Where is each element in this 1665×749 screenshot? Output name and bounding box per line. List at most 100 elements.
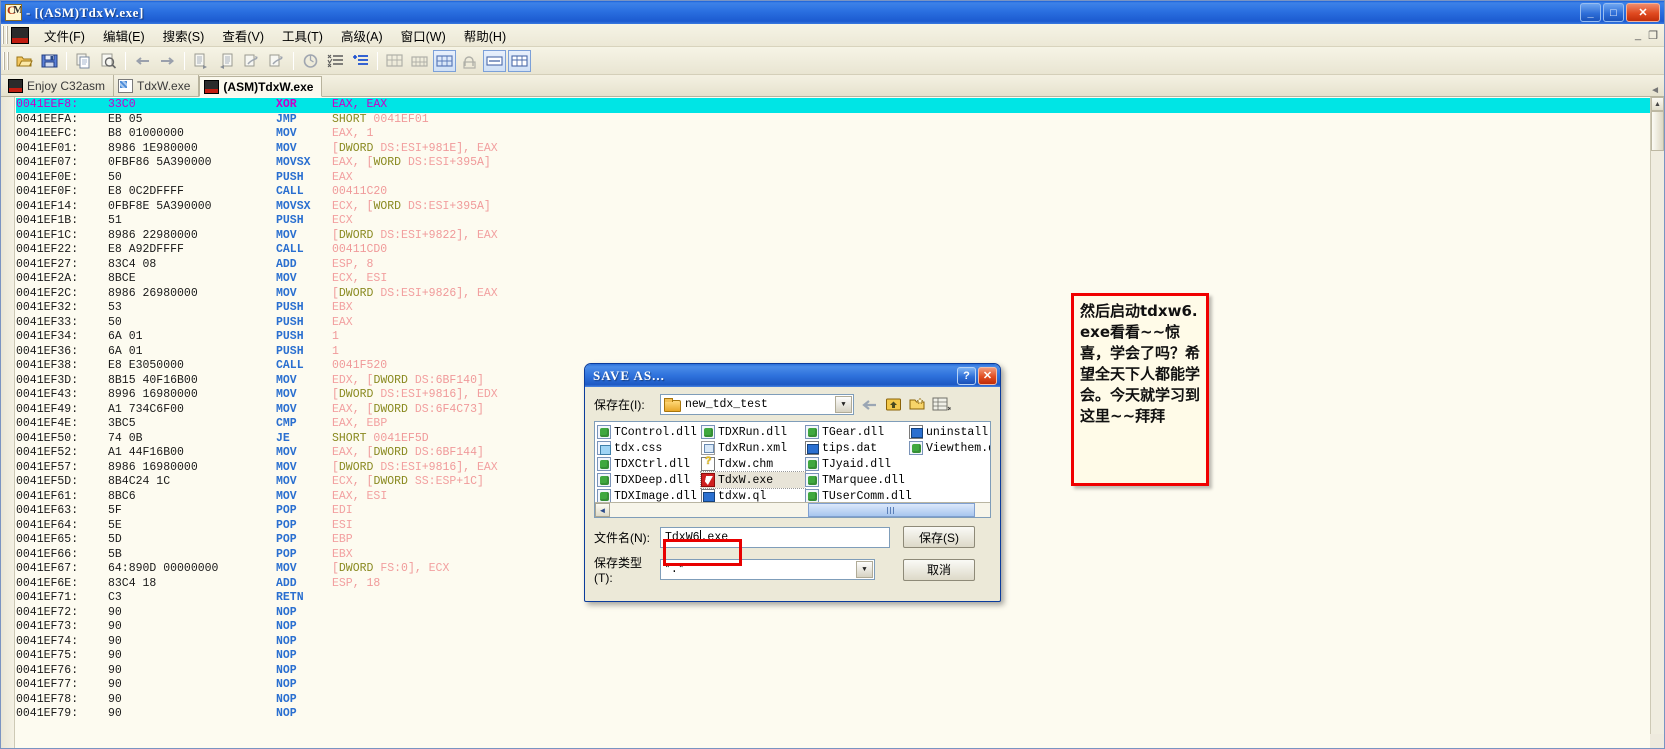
file-list-item[interactable]: tdx.css: [597, 440, 701, 456]
add-mark-icon[interactable]: [349, 50, 372, 72]
code-line[interactable]: 0041EF01: 8986 1E980000 MOV [DWORD DS:ESI+9…: [16, 142, 1650, 157]
menu-item-help[interactable]: 帮助(H): [455, 23, 515, 48]
save-in-combobox[interactable]: new_tdx_test ▼: [660, 394, 854, 415]
crypt-icon[interactable]: [458, 50, 481, 72]
file-list-item[interactable]: Viewthem.d: [909, 440, 990, 456]
file-list-item[interactable]: TJyaid.dll: [805, 456, 909, 472]
code-line[interactable]: 0041EEFC: B8 01000000 MOV EAX, 1: [16, 127, 1650, 142]
tab-asm-tdxw-exe[interactable]: (ASM)TdxW.exe: [199, 76, 323, 97]
menu-item-advanced[interactable]: 高级(A): [332, 23, 392, 48]
code-line[interactable]: 0041EF22: E8 A92DFFFF CALL 00411CD0: [16, 243, 1650, 258]
file-list-item[interactable]: TControl.dll: [597, 424, 701, 440]
code-line[interactable]: 0041EF73: 90 NOP: [16, 620, 1650, 635]
code-line[interactable]: 0041EF0F: E8 0C2DFFFF CALL 00411C20: [16, 185, 1650, 200]
hexedit-icon[interactable]: [408, 50, 431, 72]
code-line[interactable]: 0041EF36: 6A 01 PUSH 1: [16, 345, 1650, 360]
back-arrow-icon[interactable]: [131, 50, 154, 72]
code-line[interactable]: 0041EEF8: 33C0 XOR EAX, EAX: [16, 98, 1650, 113]
new-folder-icon[interactable]: [907, 395, 928, 415]
code-line[interactable]: 0041EF76: 90 NOP: [16, 664, 1650, 679]
scrollbar-track[interactable]: [1651, 151, 1664, 734]
code-line[interactable]: 0041EEFA: EB 05 JMP SHORT 0041EF01: [16, 113, 1650, 128]
menu-item-file[interactable]: 文件(F): [35, 23, 94, 48]
jump-in-icon[interactable]: [240, 50, 263, 72]
file-list-item[interactable]: TGear.dll: [805, 424, 909, 440]
code-line[interactable]: 0041EF74: 90 NOP: [16, 635, 1650, 650]
code-line[interactable]: 0041EF14: 0FBF8E 5A390000 MOVSX ECX, [WORD …: [16, 200, 1650, 215]
list-marks-icon[interactable]: [324, 50, 347, 72]
tab-tdxw-exe[interactable]: TdxW.exe: [114, 75, 200, 96]
scroll-up-button[interactable]: ▲: [1651, 97, 1664, 111]
hexview-icon[interactable]: [383, 50, 406, 72]
code-line[interactable]: 0041EF33: 50 PUSH EAX: [16, 316, 1650, 331]
code-line[interactable]: 0041EF0E: 50 PUSH EAX: [16, 171, 1650, 186]
file-list-horizontal-scrollbar[interactable]: ◄: [595, 502, 990, 517]
close-button[interactable]: ✕: [1626, 3, 1660, 22]
copy-icon[interactable]: [72, 50, 95, 72]
scrollbar-thumb[interactable]: [1651, 111, 1664, 151]
file-list-item[interactable]: TMarquee.dll: [805, 472, 909, 488]
dialog-close-button[interactable]: ✕: [978, 366, 997, 385]
file-list[interactable]: TControl.dll tdx.css TDXCtrl.dll TDXDeep.dl…: [594, 421, 991, 518]
file-list-item[interactable]: TDXCtrl.dll: [597, 456, 701, 472]
tabbar-overflow-arrow[interactable]: ◄: [1650, 85, 1664, 96]
code-line[interactable]: 0041EF79: 90 NOP: [16, 707, 1650, 722]
document-restore-button[interactable]: ❐: [1646, 29, 1660, 42]
save-icon[interactable]: [38, 50, 61, 72]
hscroll-thumb[interactable]: [807, 503, 975, 517]
view-list-icon[interactable]: [931, 395, 952, 415]
back-arrow-icon[interactable]: [859, 395, 880, 415]
scroll-left-button[interactable]: ◄: [595, 503, 610, 517]
find-icon[interactable]: [97, 50, 120, 72]
filename-input[interactable]: TdxW6.exe: [660, 526, 890, 548]
chevron-down-icon[interactable]: ▼: [856, 561, 873, 578]
file-list-item[interactable]: Tdxw.chm: [701, 456, 805, 472]
jump-out-icon[interactable]: [265, 50, 288, 72]
code-line[interactable]: 0041EF77: 90 NOP: [16, 678, 1650, 693]
goto-next-icon[interactable]: [190, 50, 213, 72]
filetype-combobox[interactable]: *.* ▼: [660, 559, 875, 580]
save-button[interactable]: 保存(S): [903, 526, 975, 548]
asmview-icon[interactable]: [483, 49, 506, 72]
goto-prev-icon[interactable]: [215, 50, 238, 72]
toolbar-drag-grip[interactable]: [3, 51, 10, 70]
code-line[interactable]: 0041EF1C: 8986 22980000 MOV [DWORD DS:ESI+9…: [16, 229, 1650, 244]
tab-enjoy-c32asm[interactable]: Enjoy C32asm: [4, 75, 115, 96]
code-line[interactable]: 0041EF2A: 8BCE MOV ECX, ESI: [16, 272, 1650, 287]
menu-item-search[interactable]: 搜索(S): [154, 23, 214, 48]
code-line[interactable]: 0041EF07: 0FBF86 5A390000 MOVSX EAX, [WORD …: [16, 156, 1650, 171]
file-list-item[interactable]: TdxRun.xml: [701, 440, 805, 456]
open-icon[interactable]: [13, 50, 36, 72]
code-line[interactable]: 0041EF2C: 8986 26980000 MOV [DWORD DS:ESI+9…: [16, 287, 1650, 302]
file-list-item[interactable]: uninstall.: [909, 424, 990, 440]
code-line[interactable]: 0041EF72: 90 NOP: [16, 606, 1650, 621]
document-minimize-button[interactable]: _: [1633, 29, 1643, 42]
code-line[interactable]: 0041EF34: 6A 01 PUSH 1: [16, 330, 1650, 345]
hscroll-track[interactable]: [610, 503, 990, 517]
forward-arrow-icon[interactable]: [156, 50, 179, 72]
menu-item-edit[interactable]: 编辑(E): [94, 23, 154, 48]
minimize-button[interactable]: _: [1580, 3, 1601, 22]
file-list-item[interactable]: TDXRun.dll: [701, 424, 805, 440]
file-list-item[interactable]: TdxW.exe: [700, 471, 806, 489]
patch-icon[interactable]: [433, 49, 456, 72]
file-list-item[interactable]: tips.dat: [805, 440, 909, 456]
vertical-scrollbar[interactable]: ▲ ▼: [1650, 97, 1664, 748]
window-resize-grip[interactable]: [1650, 734, 1664, 748]
code-line[interactable]: 0041EF32: 53 PUSH EBX: [16, 301, 1650, 316]
code-line[interactable]: 0041EF27: 83C4 08 ADD ESP, 8: [16, 258, 1650, 273]
chevron-down-icon[interactable]: ▼: [835, 396, 852, 413]
structview-icon[interactable]: [508, 49, 531, 72]
cancel-button[interactable]: 取消: [903, 558, 975, 581]
code-line[interactable]: 0041EF75: 90 NOP: [16, 649, 1650, 664]
file-list-item[interactable]: TDXDeep.dll: [597, 472, 701, 488]
code-line[interactable]: 0041EF1B: 51 PUSH ECX: [16, 214, 1650, 229]
help-button[interactable]: ?: [957, 366, 976, 385]
maximize-button[interactable]: □: [1603, 3, 1624, 22]
menu-item-tools[interactable]: 工具(T): [273, 23, 332, 48]
refresh-icon[interactable]: [299, 50, 322, 72]
up-folder-icon[interactable]: [883, 395, 904, 415]
menu-item-window[interactable]: 窗口(W): [392, 23, 455, 48]
save-as-dialog[interactable]: SAVE AS... ? ✕ 保存在(I): new_tdx_test ▼ TC…: [584, 363, 1001, 602]
code-line[interactable]: 0041EF78: 90 NOP: [16, 693, 1650, 708]
